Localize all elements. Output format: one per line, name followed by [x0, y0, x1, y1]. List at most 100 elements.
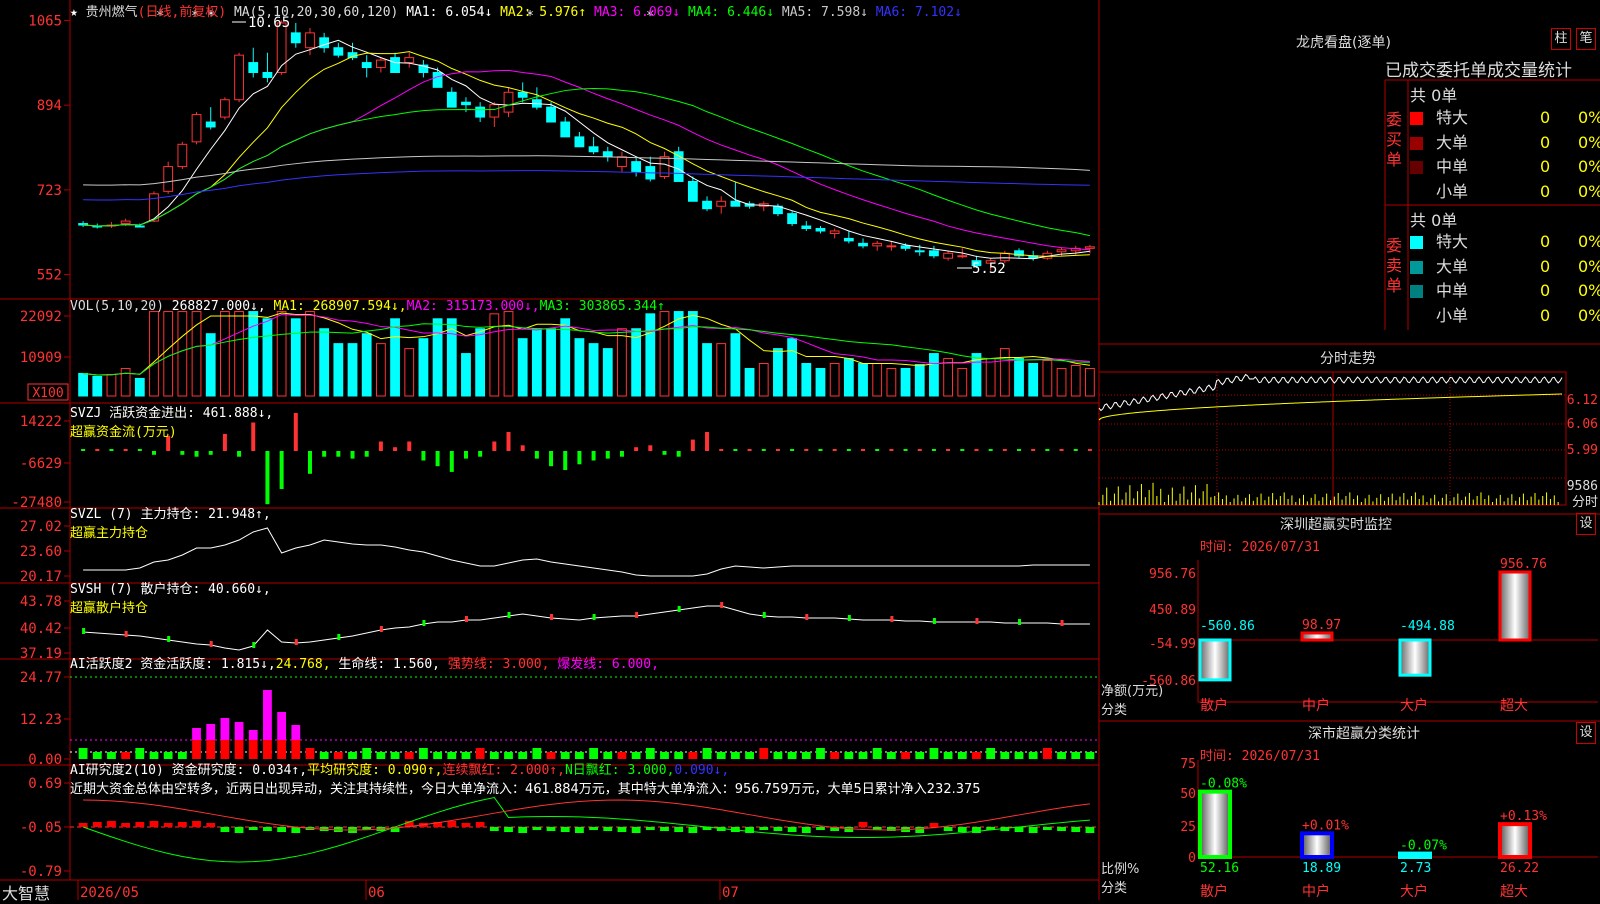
ai2-bar — [858, 822, 868, 827]
ai-bar — [787, 752, 797, 759]
cls-value-label: 26.22 — [1500, 861, 1539, 876]
x-tick-label: 06 — [368, 885, 385, 900]
ai2-bar — [816, 827, 825, 830]
volume-bar — [631, 328, 642, 397]
svzl-sub: 超赢主力持仓 — [70, 526, 149, 541]
cls-change-label: +0.01% — [1302, 818, 1349, 833]
ai2-bar — [759, 827, 769, 830]
flow-bar — [846, 449, 851, 451]
candle — [219, 99, 230, 118]
ai-bar — [404, 752, 414, 759]
candle — [588, 146, 599, 153]
ma-label: MA(5,10,20,30,60,120) — [233, 5, 399, 20]
ai-red-bar — [263, 740, 272, 759]
flow-bar — [563, 451, 568, 470]
vol-ma-line — [83, 323, 1090, 376]
tick-mode-button[interactable]: 笔 — [1576, 28, 1596, 50]
flow-bar — [109, 449, 114, 451]
flow-bar — [960, 449, 965, 451]
volume-bar — [617, 328, 627, 397]
cls-value-label: 52.16 — [1200, 861, 1239, 876]
ai-bar — [1042, 748, 1052, 759]
cls-y-label: 50 — [1180, 787, 1196, 802]
volume-bar — [475, 328, 486, 397]
ma1-legend: MA1: 6.054↓ — [406, 5, 501, 20]
flow-bar — [293, 413, 298, 451]
ai-red-bar — [291, 740, 301, 759]
svzj-y-label: -6629 — [20, 456, 62, 472]
svsh-tick — [677, 606, 681, 612]
ai2-bar — [1028, 827, 1038, 833]
ai-bar — [645, 748, 655, 759]
svsh-tick — [550, 614, 554, 620]
ai2-bar — [1057, 827, 1066, 831]
order-count: 0 — [1540, 108, 1551, 127]
svsh-tick — [1018, 619, 1022, 625]
ai2-bar — [1071, 827, 1081, 832]
ai-bar — [532, 748, 542, 759]
ai-bar — [929, 748, 939, 759]
svsh-tick — [975, 618, 979, 624]
flow-bar — [733, 449, 738, 451]
ai2-v4: N日飘红: 3.000, — [564, 763, 675, 778]
candle — [475, 106, 486, 118]
svzl-label: SVZL (7) 主力持仓: 21.948↑, — [70, 507, 271, 522]
volume-bar — [943, 358, 954, 397]
bar-mode-button[interactable]: 柱 — [1551, 28, 1571, 50]
candle — [461, 101, 471, 106]
ai-bar — [121, 752, 131, 759]
flow-bar — [591, 451, 596, 461]
candle — [929, 250, 939, 257]
sz-class-title: 深市超赢分类统计 — [1308, 726, 1420, 742]
candle — [1056, 249, 1067, 253]
svsh-y-label: 43.78 — [20, 594, 62, 610]
volume-bar — [546, 328, 556, 397]
candle — [517, 91, 528, 98]
vol-ma-line — [83, 312, 1090, 376]
cls-settings-button[interactable]: 设 — [1576, 722, 1596, 744]
candle — [730, 200, 741, 207]
ai-bar — [319, 752, 329, 759]
candle — [234, 54, 244, 101]
volume-bar — [276, 311, 287, 397]
stats-title: 已成交委托单成交量统计 — [1385, 61, 1572, 81]
intraday-unit-label: 分时 — [1572, 495, 1598, 510]
candle — [1085, 246, 1095, 249]
ma3-line — [83, 69, 1090, 251]
volume-bar — [957, 367, 968, 397]
candle — [716, 200, 727, 207]
swatch — [1410, 309, 1423, 323]
flow-bar — [534, 451, 539, 459]
order-row: 大单 0 0% — [1410, 255, 1600, 280]
ai-bar — [660, 752, 669, 759]
svsh-label: SVSH (7) 散户持仓: 40.660↓, — [70, 582, 271, 597]
ai-bar — [901, 752, 910, 759]
candle — [560, 121, 571, 138]
ai-magenta-bar — [291, 725, 301, 740]
flow-bar — [180, 451, 185, 455]
svzl-legend: SVZL (7) 主力持仓: 21.948↑, 超赢主力持仓 — [70, 503, 271, 541]
ai-bar — [972, 752, 981, 759]
flow-bar — [676, 451, 681, 457]
ai2-bar — [660, 827, 669, 831]
ai2-bar — [177, 822, 187, 827]
ma2-line — [83, 51, 1090, 257]
stock-title[interactable]: 贵州燃气 — [86, 5, 138, 20]
svzj-sub: 超赢资金流(万元) — [70, 425, 177, 440]
volume-bar — [560, 318, 571, 397]
order-count: 0 — [1540, 281, 1551, 300]
svsh-tick — [252, 642, 256, 648]
ma5-legend: MA5: 7.598↓ — [781, 5, 876, 20]
order-pct: 0% — [1578, 256, 1600, 276]
vol-y-label: 22092 — [20, 309, 62, 325]
flow-bar — [520, 445, 525, 451]
ai-bar — [773, 752, 783, 759]
ai2-bar — [220, 827, 230, 832]
candle — [446, 91, 457, 108]
period-label[interactable]: (日线,前复权) — [138, 5, 226, 20]
y-tick-label: 894 — [37, 98, 62, 114]
volume-bar — [702, 343, 712, 397]
ai-bar — [759, 748, 769, 759]
volume-bar — [787, 338, 798, 397]
sz-settings-button[interactable]: 设 — [1576, 513, 1596, 535]
